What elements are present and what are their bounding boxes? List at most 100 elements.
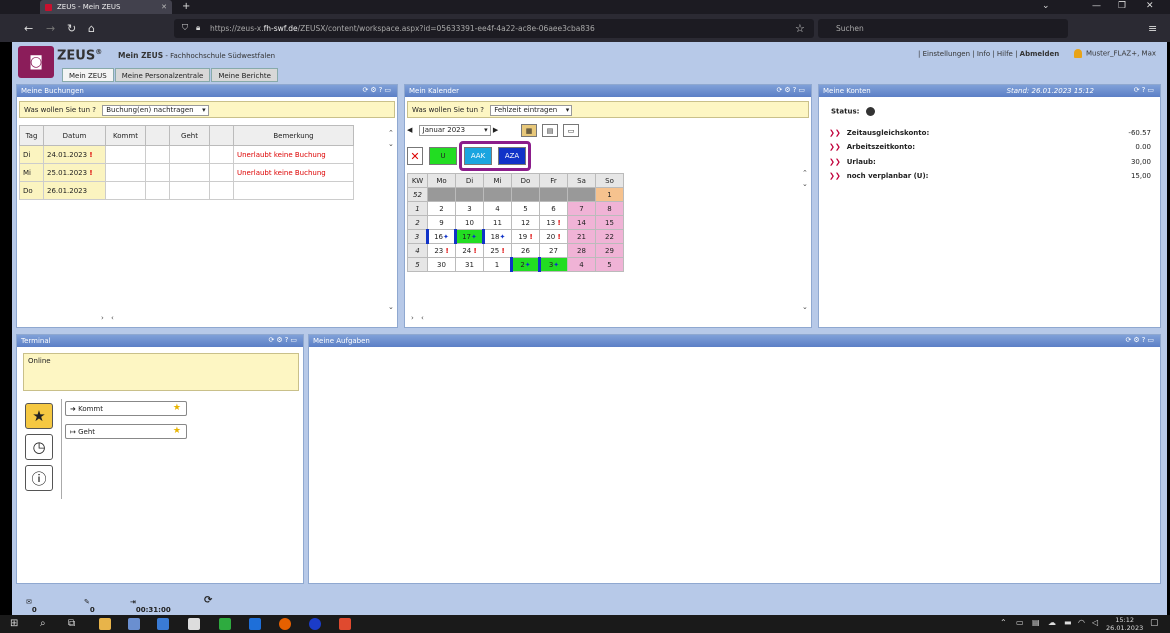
day-cell[interactable]: 24 ! bbox=[455, 243, 484, 258]
app-icon[interactable] bbox=[128, 618, 140, 630]
kommt-cell[interactable] bbox=[105, 163, 146, 182]
day-cell[interactable]: 7 bbox=[567, 201, 596, 216]
day-cell[interactable]: 18✦ bbox=[482, 229, 512, 244]
app-icon[interactable] bbox=[339, 618, 351, 630]
blank-cell[interactable] bbox=[145, 145, 170, 164]
day-cell[interactable]: 1 bbox=[483, 257, 512, 272]
day-cell[interactable]: 11 bbox=[483, 215, 512, 230]
blank-cell[interactable] bbox=[209, 163, 234, 182]
edit-status[interactable]: ✎ 0 bbox=[84, 598, 95, 614]
clock-icon[interactable]: ◷ bbox=[25, 434, 53, 460]
refresh-icon[interactable]: ⟳ bbox=[204, 595, 212, 606]
day-cell[interactable]: 16✦ bbox=[426, 229, 456, 244]
day-cell[interactable]: 6 bbox=[539, 201, 568, 216]
explorer-icon[interactable] bbox=[99, 618, 111, 630]
bookmark-star-icon[interactable]: ☆ bbox=[795, 22, 805, 35]
outlook-icon[interactable] bbox=[249, 618, 261, 630]
tray-icon[interactable]: ▬ bbox=[1064, 618, 1076, 630]
scroll-down-icon[interactable]: ⌄ bbox=[802, 180, 808, 188]
scroll-down-icon[interactable]: ⌄ bbox=[388, 303, 394, 311]
blank-cell[interactable] bbox=[145, 163, 170, 182]
browser-tab[interactable]: ZEUS - Mein ZEUS ✕ bbox=[40, 0, 172, 14]
tray-up-icon[interactable]: ⌃ bbox=[1000, 618, 1012, 630]
camtasia-icon[interactable] bbox=[219, 618, 231, 630]
notification-icon[interactable]: ▢ bbox=[1150, 618, 1162, 630]
geht-button[interactable]: ↦ Geht ★ bbox=[65, 424, 187, 439]
panel-tools-icon[interactable]: ⟳⚙?▭ bbox=[777, 86, 807, 94]
prev-month-icon[interactable]: ◀ bbox=[407, 126, 412, 134]
scroll-up-icon[interactable]: ⌃ bbox=[802, 169, 808, 177]
day-cell[interactable]: 28 bbox=[567, 243, 596, 258]
scroll-right-icon[interactable]: › bbox=[411, 314, 414, 322]
table-row[interactable]: Di 24.01.2023 ! Unerlaubt keine Buchung bbox=[19, 145, 354, 164]
day-cell[interactable]: 8 bbox=[595, 201, 624, 216]
table-row[interactable]: Do 26.01.2023 bbox=[19, 181, 354, 200]
delete-icon[interactable]: ✕ bbox=[407, 147, 423, 165]
search-icon[interactable]: ⌕ bbox=[40, 618, 52, 630]
tray-icon[interactable]: ▭ bbox=[1016, 618, 1028, 630]
info-link[interactable]: Info bbox=[977, 50, 990, 58]
day-cell[interactable]: 5 bbox=[511, 201, 540, 216]
konto-row[interactable]: ❯❯ noch verplanbar (U): 15,00 bbox=[829, 172, 1151, 180]
geht-cell[interactable] bbox=[169, 163, 210, 182]
day-cell[interactable]: 19 ! bbox=[511, 229, 540, 244]
day-cell[interactable]: 1 bbox=[595, 187, 624, 202]
kommt-button[interactable]: ➜ Kommt ★ bbox=[65, 401, 187, 416]
tab-list-icon[interactable]: ⌄ bbox=[1042, 1, 1050, 11]
day-cell[interactable]: 30 bbox=[427, 257, 456, 272]
logout-link[interactable]: Abmelden bbox=[1020, 50, 1060, 58]
day-cell[interactable]: 23 ! bbox=[427, 243, 456, 258]
kommt-cell[interactable] bbox=[105, 145, 146, 164]
wifi-icon[interactable]: ◠ bbox=[1078, 618, 1090, 630]
table-row[interactable]: Mi 25.01.2023 ! Unerlaubt keine Buchung bbox=[19, 163, 354, 182]
minimize-icon[interactable]: — bbox=[1092, 1, 1101, 11]
help-link[interactable]: Hilfe bbox=[997, 50, 1013, 58]
user-info[interactable]: Muster_FLAZ+, Max bbox=[1074, 49, 1156, 58]
blank-cell[interactable] bbox=[209, 181, 234, 200]
windows-start-icon[interactable]: ⊞ bbox=[10, 618, 22, 630]
tray-icon[interactable]: ▤ bbox=[1032, 618, 1044, 630]
tray-icon[interactable]: ☁ bbox=[1048, 618, 1060, 630]
taskbar-clock[interactable]: 15:12 26.01.2023 bbox=[1106, 616, 1143, 632]
day-cell[interactable]: 31 bbox=[455, 257, 484, 272]
shield-icon[interactable]: ⛉ bbox=[182, 23, 188, 33]
forward-icon[interactable]: → bbox=[46, 22, 55, 35]
konto-row[interactable]: ❯❯ Zeitausgleichskonto: -60.57 bbox=[829, 129, 1151, 137]
zoom-icon[interactable] bbox=[309, 618, 321, 630]
day-cell[interactable]: 22 bbox=[595, 229, 624, 244]
back-icon[interactable]: ← bbox=[24, 22, 33, 35]
tab-berichte[interactable]: Meine Berichte bbox=[211, 68, 278, 82]
menu-icon[interactable]: ≡ bbox=[1148, 22, 1157, 35]
day-cell[interactable]: 5 bbox=[595, 257, 624, 272]
aza-button[interactable]: AZA bbox=[498, 147, 526, 165]
day-cell[interactable]: 2 bbox=[427, 201, 456, 216]
close-window-icon[interactable]: ✕ bbox=[1146, 1, 1154, 11]
geht-cell[interactable] bbox=[169, 145, 210, 164]
tab-mein-zeus[interactable]: Mein ZEUS bbox=[62, 68, 114, 82]
search-input[interactable]: Suchen bbox=[818, 19, 1068, 38]
day-cell[interactable]: 25 ! bbox=[483, 243, 512, 258]
scroll-right-icon[interactable]: › bbox=[101, 314, 104, 322]
scroll-down-icon[interactable]: ⌄ bbox=[802, 303, 808, 311]
favorites-star-icon[interactable]: ★ bbox=[25, 403, 53, 429]
address-bar[interactable]: https://zeus-x.fh-swf.de/ZEUSX/content/w… bbox=[174, 19, 814, 38]
close-tab-icon[interactable]: ✕ bbox=[161, 3, 167, 11]
day-cell[interactable]: 29 bbox=[595, 243, 624, 258]
new-tab-button[interactable]: + bbox=[182, 1, 190, 12]
scroll-left-icon[interactable]: ‹ bbox=[421, 314, 424, 322]
day-cell[interactable]: 2✦ bbox=[510, 257, 540, 272]
week-view-icon[interactable]: ▤ bbox=[542, 124, 558, 137]
panel-tools-icon[interactable]: ⟳⚙?▭ bbox=[363, 86, 393, 94]
mail-status[interactable]: ✉ 0 / 0 bbox=[26, 598, 37, 630]
panel-tools-icon[interactable]: ⟳⚙?▭ bbox=[269, 336, 299, 344]
month-view-icon[interactable]: ▦ bbox=[521, 124, 537, 137]
day-cell[interactable]: 17✦ bbox=[454, 229, 484, 244]
kalender-action-select[interactable]: Fehlzeit eintragen bbox=[490, 105, 573, 116]
app-icon[interactable] bbox=[157, 618, 169, 630]
blank-cell[interactable] bbox=[145, 181, 170, 200]
day-cell[interactable]: 9 bbox=[427, 215, 456, 230]
volume-icon[interactable]: ◁ bbox=[1092, 618, 1104, 630]
aak-button[interactable]: AAK bbox=[464, 147, 492, 165]
day-cell[interactable]: 14 bbox=[567, 215, 596, 230]
settings-link[interactable]: Einstellungen bbox=[923, 50, 970, 58]
